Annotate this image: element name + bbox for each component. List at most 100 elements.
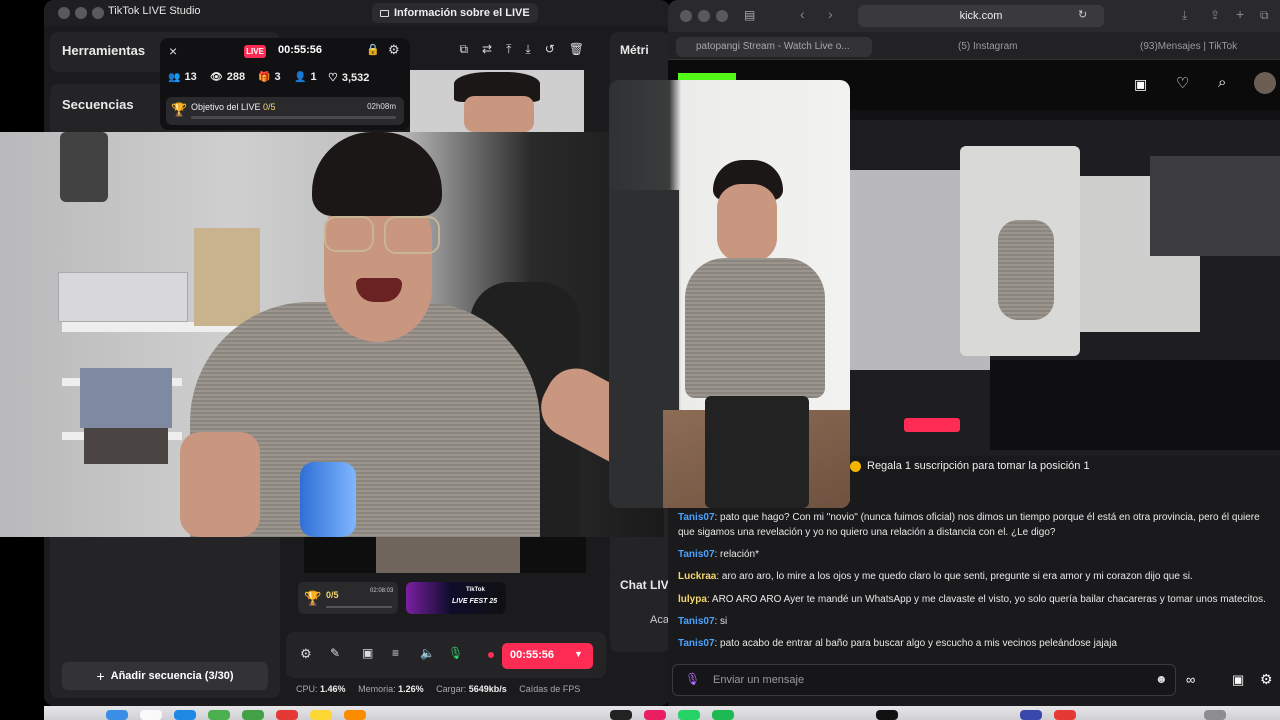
add-user-icon: 👤	[294, 71, 307, 83]
messages-icon[interactable]	[208, 710, 230, 720]
chat-message: Tanis07: si	[678, 616, 728, 627]
views-stat: 👁 288	[210, 71, 245, 83]
sidebar-icon[interactable]: ▤	[744, 8, 755, 22]
live-goal[interactable]: 🏆 Objetivo del LIVE 0/5 02h08m	[166, 97, 404, 125]
close-window-button[interactable]	[680, 10, 692, 22]
live-fest-card[interactable]: TikTok LIVE FEST 25	[406, 582, 506, 614]
minimize-window-button[interactable]	[75, 7, 87, 19]
close-icon[interactable]: ×	[169, 43, 177, 59]
magic-wand-icon[interactable]: ✎	[330, 646, 340, 660]
live-info-button[interactable]: Información sobre el LIVE	[372, 3, 538, 23]
tab-bar: patopangi Stream - Watch Live o... (5) I…	[668, 32, 1280, 60]
memory-value: 1.26%	[398, 684, 424, 694]
lock-icon[interactable]: 🔒	[366, 43, 380, 56]
whatsapp-icon[interactable]	[678, 710, 700, 720]
trash-icon[interactable]: 🗑	[569, 42, 584, 56]
goal-widget[interactable]: 🏆 0/5 02:08:03	[298, 582, 398, 614]
phone-person-pants	[705, 396, 809, 508]
app-icon[interactable]	[276, 710, 298, 720]
chat-input[interactable]: 🎙 Enviar un mensaje ☻	[672, 664, 1176, 696]
new-tab-icon[interactable]: +	[1236, 6, 1244, 22]
share-icon[interactable]: ⇪	[1210, 8, 1220, 22]
promo-subtitle: LIVE FEST 25	[452, 598, 498, 605]
chat-input-placeholder: Enviar un mensaje	[713, 674, 805, 686]
glasses-right	[384, 216, 440, 254]
goal-progress-bar	[191, 116, 396, 119]
performance-stats: CPU: 1.46% Memoria: 1.26% Cargar: 5649kb…	[296, 684, 616, 698]
app-icon[interactable]	[1020, 710, 1042, 720]
avatar[interactable]	[1254, 72, 1276, 94]
channel-points-icon[interactable]: ∞	[1186, 672, 1195, 687]
app-icon[interactable]	[876, 710, 898, 720]
align-top-icon[interactable]: ⤒	[506, 42, 511, 57]
gift-icon[interactable]: ▣	[1232, 672, 1244, 688]
finder-icon[interactable]	[106, 710, 128, 720]
live-chat-panel: Chat LIV Aca	[610, 568, 670, 652]
add-sequence-button[interactable]: + Añadir secuencia (3/30)	[62, 662, 268, 690]
views-count: 288	[226, 71, 246, 83]
app-icon[interactable]	[344, 710, 366, 720]
main-camera-preview[interactable]	[0, 132, 664, 537]
scene-preview-strip	[304, 537, 586, 573]
tab-tiktok-messages[interactable]: (93)Mensajes | TikTok	[1120, 37, 1280, 57]
emoji-icon[interactable]: ☻	[1155, 672, 1168, 686]
subscription-banner[interactable]: Regala 1 suscripción para tomar la posic…	[850, 460, 1090, 472]
load-label: Cargar:	[436, 684, 467, 694]
download-icon[interactable]: ⤓	[1182, 8, 1187, 23]
chat-message: lulypa: ARO ARO ARO Ayer te mandé un Wha…	[678, 594, 1266, 605]
close-window-button[interactable]	[58, 7, 70, 19]
microphone-icon[interactable]: 🎙	[448, 646, 463, 660]
subscriptions-icon[interactable]: ▣	[1134, 76, 1147, 93]
heart-icon[interactable]: ♡	[1176, 74, 1189, 92]
tab-overview-icon[interactable]: ⧉	[1260, 8, 1269, 23]
app-icon[interactable]	[1054, 710, 1076, 720]
sliders-icon[interactable]: ≡	[392, 646, 399, 660]
spotify-icon[interactable]	[712, 710, 734, 720]
minimize-window-button[interactable]	[698, 10, 710, 22]
notes-icon[interactable]	[310, 710, 332, 720]
water-bottle	[300, 462, 356, 537]
microphone-icon[interactable]: 🎙	[685, 672, 700, 686]
undo-icon[interactable]: ↺	[545, 42, 555, 56]
viewers-stat: 👥 13	[168, 71, 197, 83]
speaker-icon[interactable]: 🔈	[420, 646, 435, 660]
trash-icon[interactable]	[1204, 710, 1226, 720]
facetime-icon[interactable]	[242, 710, 264, 720]
align-bottom-icon[interactable]: ⤓	[525, 42, 530, 57]
trophy-icon: 🏆	[171, 102, 188, 117]
new-followers-count: 1	[310, 71, 317, 83]
layers-icon[interactable]: ▣	[362, 646, 373, 660]
tab-kick[interactable]: patopangi Stream - Watch Live o...	[676, 37, 872, 57]
app-icon[interactable]	[644, 710, 666, 720]
flip-icon[interactable]: ⇄	[482, 42, 492, 56]
end-live-button[interactable]: 00:55:56 ▼	[502, 643, 593, 669]
app-icon[interactable]	[140, 710, 162, 720]
search-icon[interactable]: ⌕	[1218, 74, 1226, 91]
load-value: 5649kb/s	[468, 684, 507, 694]
recording-dot	[488, 652, 494, 658]
studio-titlebar: TikTok LIVE Studio Información sobre el …	[44, 0, 670, 26]
sequences-title: Secuencias	[62, 97, 134, 112]
zoom-window-button[interactable]	[92, 7, 104, 19]
tab-instagram[interactable]: (5) Instagram	[938, 37, 1118, 57]
gear-icon[interactable]: ⚙	[388, 42, 400, 58]
reload-icon[interactable]: ↻	[1078, 8, 1087, 21]
settings-icon[interactable]: ⚙	[300, 646, 312, 662]
likes-count: 3,532	[341, 71, 370, 84]
gear-icon[interactable]: ⚙	[1260, 671, 1273, 688]
goal-time: 02h08m	[367, 102, 396, 111]
zoom-window-button[interactable]	[716, 10, 728, 22]
address-bar[interactable]: kick.com	[858, 5, 1104, 27]
copy-icon[interactable]: ⧉	[459, 42, 468, 57]
back-icon[interactable]: ‹	[800, 6, 805, 22]
chat-message: Tanis07: pato que hago? Con mi "novio" (…	[678, 512, 1260, 538]
chat-message: Tanis07: pato acabo de entrar al baño pa…	[678, 638, 1117, 649]
tiktok-icon[interactable]	[610, 710, 632, 720]
forward-icon[interactable]: ›	[828, 6, 833, 22]
chevron-down-icon[interactable]: ▼	[574, 649, 583, 659]
safari-icon[interactable]	[174, 710, 196, 720]
metrics-title: Métri	[620, 43, 649, 57]
phone-person-shirt	[685, 258, 825, 398]
memory-label: Memoria:	[358, 684, 396, 694]
phone-camera-preview[interactable]	[609, 80, 850, 508]
